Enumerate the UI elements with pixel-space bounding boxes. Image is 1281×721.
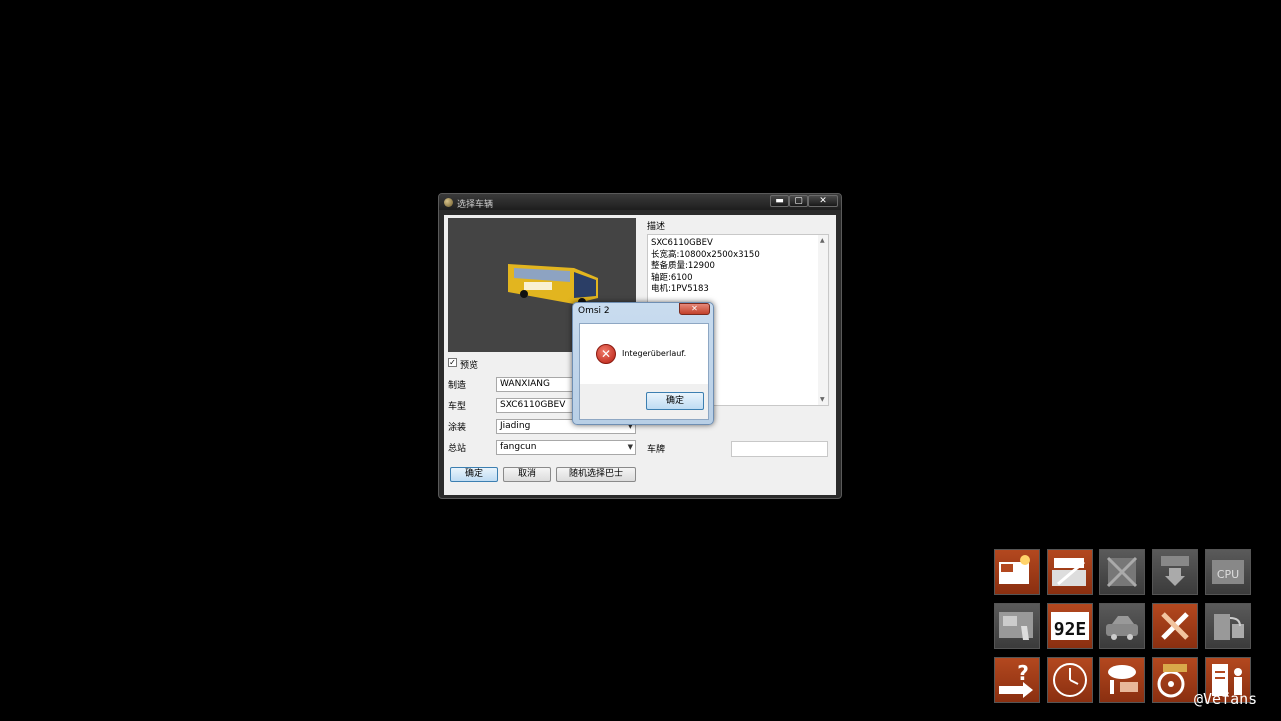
close-button[interactable]: ✕	[808, 195, 838, 207]
bus-download-icon[interactable]	[1152, 549, 1198, 595]
error-icon: ✕	[596, 344, 616, 364]
description-line: 长宽高:10800x2500x3150	[651, 249, 760, 260]
description-line: 电机:1PV5183	[651, 284, 709, 294]
error-dialog: Omsi 2 ✕ ✕ Integerüberlauf. 确定	[572, 302, 714, 425]
bus-schedule-icon[interactable]	[1047, 549, 1093, 595]
maker-combo[interactable]: WANXIANG	[496, 377, 576, 392]
description-lines: SXC6110GBEV 长宽高:10800x2500x3150 整备质量:129…	[651, 238, 760, 296]
description-line: 轴距:6100	[651, 272, 693, 283]
watermark: @Vefans	[1194, 690, 1258, 708]
help-arrow-icon[interactable]: ?	[994, 657, 1040, 703]
traffic-car-icon[interactable]	[1099, 603, 1145, 649]
app-icon	[444, 198, 453, 207]
description-scrollbar[interactable]: ▲ ▼	[818, 235, 828, 405]
livery-value: Jiading	[500, 421, 531, 431]
weather-icon[interactable]	[1099, 657, 1145, 703]
svg-text:92E: 92E	[1054, 619, 1087, 640]
cpu-bus-icon[interactable]: CPU	[1205, 549, 1251, 595]
plate-input[interactable]	[731, 441, 828, 457]
livery-label: 涂装	[448, 423, 467, 433]
description-line: 整备质量:12900	[651, 261, 715, 271]
window-title: 选择车辆	[457, 200, 494, 210]
svg-text:CPU: CPU	[1217, 568, 1239, 581]
model-value: SXC6110GBEV	[500, 400, 566, 410]
dialog-close-button[interactable]: ✕	[679, 303, 710, 315]
chevron-down-icon[interactable]: ▼	[628, 441, 633, 454]
minimize-button[interactable]: ▬	[770, 195, 789, 207]
svg-text:?: ?	[1017, 661, 1029, 685]
bus-light-icon[interactable]	[994, 549, 1040, 595]
description-line: SXC6110GBEV	[651, 238, 713, 248]
scroll-down-icon[interactable]: ▼	[820, 396, 825, 403]
dialog-title: Omsi 2	[578, 306, 610, 316]
depot-value: fangcun	[500, 442, 537, 452]
route-number-icon[interactable]: 92E	[1047, 603, 1093, 649]
depot-combo[interactable]: fangcun ▼	[496, 440, 636, 455]
bus-image	[508, 264, 598, 306]
scroll-up-icon[interactable]: ▲	[820, 237, 825, 244]
model-combo[interactable]: SXC6110GBEV	[496, 398, 576, 413]
maker-label: 制造	[448, 381, 467, 391]
window-titlebar[interactable]: 选择车辆 ▬ ▢ ✕	[439, 194, 841, 210]
plate-label: 车牌	[647, 445, 666, 455]
fuel-station-icon[interactable]	[1205, 603, 1251, 649]
dialog-message-area: ✕ Integerüberlauf.	[580, 324, 708, 384]
cancel-button[interactable]: 取消	[503, 467, 551, 482]
steering-wheel-icon[interactable]	[1152, 657, 1198, 703]
depot-label: 总站	[448, 444, 467, 454]
ok-button[interactable]: 确定	[450, 467, 498, 482]
maximize-button[interactable]: ▢	[789, 195, 808, 207]
model-label: 车型	[448, 402, 467, 412]
maker-value: WANXIANG	[500, 379, 550, 389]
description-label: 描述	[647, 222, 666, 232]
ticket-printer-icon[interactable]	[994, 603, 1040, 649]
random-bus-button[interactable]: 随机选择巴士	[556, 467, 636, 482]
preview-checkbox[interactable]: ✓	[448, 358, 457, 367]
tools-icon[interactable]	[1152, 603, 1198, 649]
dialog-message: Integerüberlauf.	[622, 349, 687, 358]
dialog-ok-button[interactable]: 确定	[646, 392, 704, 410]
bus-disabled-icon[interactable]	[1099, 549, 1145, 595]
dialog-body: ✕ Integerüberlauf. 确定	[579, 323, 709, 420]
clock-icon[interactable]	[1047, 657, 1093, 703]
preview-label: 预览	[460, 361, 479, 371]
